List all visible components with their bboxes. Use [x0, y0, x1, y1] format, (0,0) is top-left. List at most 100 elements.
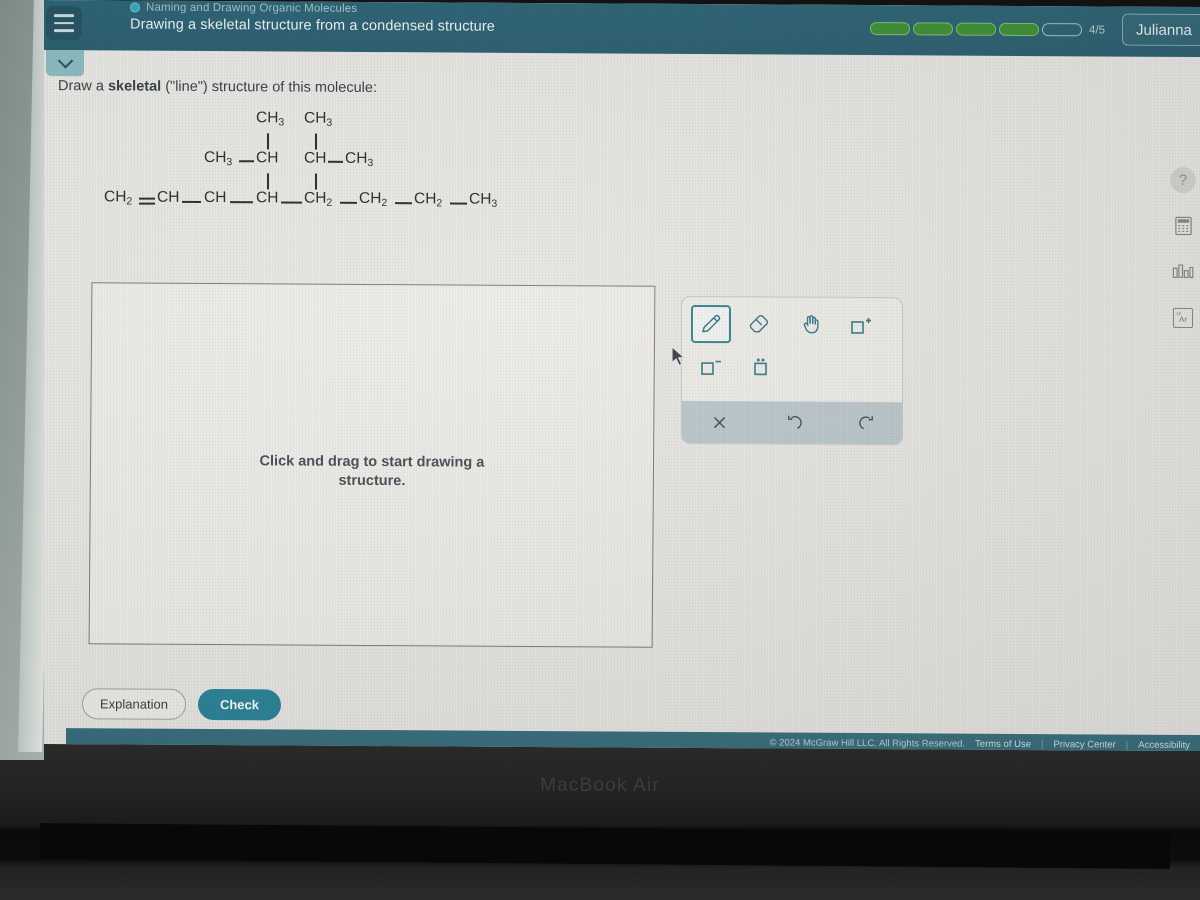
bond-horizontal	[182, 200, 201, 203]
lone-pair-tool[interactable]	[741, 347, 781, 385]
page-title: Drawing a skeletal structure from a cond…	[130, 16, 495, 35]
laptop-lower-bezel	[0, 742, 1200, 900]
calculator-glyph	[1174, 216, 1192, 236]
progress-bar	[870, 22, 1082, 37]
eraser-icon	[749, 314, 769, 333]
molecule-group: CH2	[104, 188, 133, 208]
molecule-group: CH3	[345, 149, 374, 170]
prompt-part-1: Draw a	[58, 78, 108, 95]
canvas-hint: Click and drag to start drawing a struct…	[91, 451, 653, 492]
bar-chart-glyph	[1172, 264, 1194, 279]
square-minus-icon	[701, 360, 721, 375]
footer-separator: |	[1125, 739, 1129, 751]
add-cation-tool[interactable]	[841, 306, 881, 344]
toolbar-actions	[682, 400, 903, 445]
bond-vertical	[267, 133, 269, 150]
bond-vertical	[315, 133, 317, 150]
toolbar-empty-slot	[791, 348, 831, 386]
progress-count: 4/5	[1089, 23, 1105, 36]
accessibility-link[interactable]: Accessibility	[1138, 739, 1190, 750]
calculator-icon[interactable]	[1170, 213, 1196, 239]
main-content: Draw a skeletal ("line") structure of th…	[44, 50, 1200, 752]
bond-horizontal	[281, 201, 302, 204]
periodic-table-glyph: 18 Ar	[1173, 307, 1193, 329]
progress-segment	[913, 22, 953, 36]
element-symbol: Ar	[1179, 315, 1187, 325]
molecule-group: CH	[256, 189, 279, 207]
privacy-link[interactable]: Privacy Center	[1053, 739, 1115, 750]
user-name-badge[interactable]: Julianna	[1122, 13, 1200, 47]
clear-action[interactable]	[682, 401, 756, 443]
bond-horizontal	[395, 202, 412, 204]
toolbar-row-1	[691, 304, 893, 344]
bond-double-upper	[139, 197, 155, 200]
molecule-group: CH2	[304, 189, 333, 209]
periodic-table-icon[interactable]: 18 Ar	[1170, 305, 1196, 331]
square-plus-icon	[851, 318, 871, 334]
bond-horizontal	[450, 202, 467, 205]
redo-action[interactable]	[830, 402, 903, 444]
progress-segment	[956, 22, 996, 36]
terms-link[interactable]: Terms of Use	[975, 738, 1031, 749]
canvas-hint-line-2: structure.	[338, 472, 406, 490]
square-lone-pair-icon	[754, 358, 767, 376]
hamburger-bar	[54, 21, 74, 25]
progress-segment	[1042, 23, 1082, 37]
molecule-group: CH3	[256, 109, 285, 129]
copyright-text: © 2024 McGraw Hill LLC. All Rights Reser…	[769, 736, 966, 750]
right-tool-rail: ? 18 Ar	[1166, 166, 1200, 331]
molecule-group: CH	[157, 188, 180, 206]
header-text-block: Naming and Drawing Organic Molecules Dra…	[130, 2, 495, 35]
molecule-group: CH	[256, 149, 279, 167]
hamburger-bar	[54, 14, 74, 17]
undo-icon	[787, 415, 802, 429]
progress-indicator: 4/5	[870, 22, 1105, 37]
pencil-icon	[702, 314, 721, 333]
left-screen-bezel	[0, 0, 58, 760]
eraser-tool[interactable]	[741, 305, 781, 343]
hamburger-menu-icon[interactable]	[46, 6, 82, 41]
screen-area: Naming and Drawing Organic Molecules Dra…	[44, 0, 1200, 752]
progress-segment	[870, 22, 910, 36]
hand-icon	[803, 315, 819, 334]
progress-segment	[999, 22, 1039, 37]
pencil-tool[interactable]	[691, 304, 731, 344]
macbook-brand-label: MacBook Air	[540, 775, 660, 796]
x-icon	[713, 416, 725, 428]
bond-horizontal	[340, 201, 357, 204]
bond-horizontal	[230, 201, 253, 203]
add-anion-tool[interactable]	[691, 347, 731, 385]
molecule-group: CH3	[469, 190, 498, 210]
laptop-photo: MacBook Air Naming and Drawing Organic M…	[0, 0, 1200, 900]
footer-separator: |	[1041, 738, 1044, 750]
molecule-group: CH3	[204, 148, 233, 169]
toolbar-empty-slot	[841, 348, 881, 386]
molecule-group: CH	[304, 149, 327, 167]
molecule-group: CH2	[414, 190, 443, 210]
check-button[interactable]: Check	[197, 688, 281, 721]
topic-label: Naming and Drawing Organic Molecules	[146, 1, 358, 15]
bond-horizontal	[328, 160, 343, 163]
redo-icon	[858, 415, 873, 429]
bond-vertical	[315, 173, 317, 190]
hamburger-bar	[54, 29, 74, 32]
bond-double-lower	[139, 202, 155, 205]
pan-tool[interactable]	[791, 306, 831, 344]
action-buttons: Explanation Check	[82, 688, 281, 721]
molecule-group: CH	[204, 188, 227, 207]
drawing-canvas[interactable]: Click and drag to start drawing a struct…	[88, 282, 656, 648]
help-icon[interactable]: ?	[1170, 166, 1196, 194]
explanation-button[interactable]: Explanation	[82, 688, 186, 720]
toolbar-row-2	[691, 347, 893, 386]
undo-action[interactable]	[756, 401, 830, 443]
status-dot-icon	[130, 2, 140, 13]
molecule-group: CH2	[359, 189, 388, 210]
bond-vertical	[267, 173, 269, 190]
app-header: Naming and Drawing Organic Molecules Dra…	[44, 0, 1200, 58]
chart-icon[interactable]	[1170, 259, 1196, 285]
molecule-group: CH3	[304, 109, 333, 129]
bond-horizontal	[239, 160, 254, 162]
prompt-bold: skeletal	[107, 78, 162, 95]
question-prompt: Draw a skeletal ("line") structure of th…	[58, 78, 377, 96]
prompt-part-2: ("line") structure of this molecule:	[161, 78, 377, 97]
